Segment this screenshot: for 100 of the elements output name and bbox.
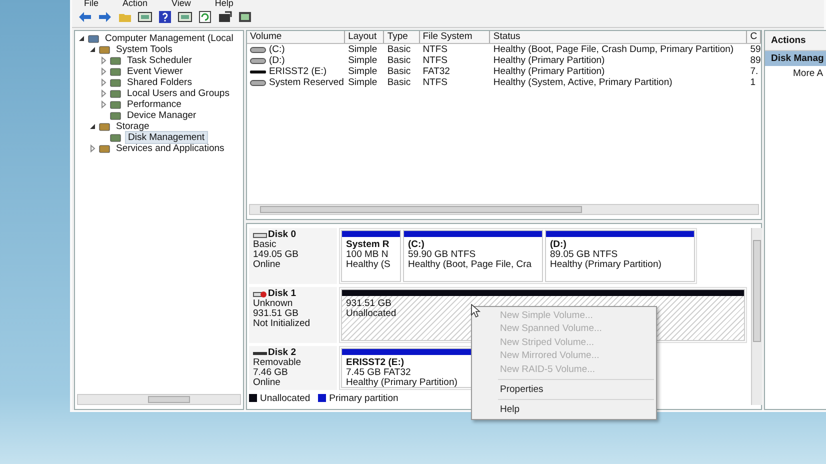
column-header[interactable]: Layout [345,31,384,43]
column-header[interactable]: File System [420,31,490,43]
horizontal-scrollbar[interactable] [77,394,241,405]
disk-info-text: 931.51 GB [253,309,300,319]
tree-node-icon [110,110,121,120]
partition-block[interactable]: System R 100 MB N Healthy (S [341,230,401,282]
partition-text: 931.51 GB [346,299,392,309]
expand-arrow-icon[interactable] [88,144,97,153]
legend-swatch [249,394,257,402]
vertical-scrollbar[interactable] [751,228,762,405]
table-cell: Healthy (System, Active, Primary Partition) [493,77,672,88]
partition-block[interactable]: ERISST2 (E:) 7.45 GB FAT32 Healthy (Primary Partition) [341,348,473,388]
tree-item[interactable]: Event Viewer [125,66,185,77]
partition-text: Healthy (S [346,260,390,270]
tree-item[interactable]: Disk Management [125,131,208,144]
drive-icon [250,46,266,52]
horizontal-scrollbar[interactable] [249,204,759,215]
tree-item[interactable]: System Tools [114,44,174,55]
partition-text: Healthy (Boot, Page File, Cra [408,260,532,270]
partition-text: Healthy (Primary Partition) [346,378,458,387]
disk-info-text: Unknown [253,299,294,309]
table-cell: NTFS [422,55,448,66]
actions-title: Actions [765,31,826,51]
drive-icon [250,58,266,64]
tree-node-icon [99,144,110,154]
table-cell: (C:) [269,44,285,55]
table-cell: Basic [387,55,411,66]
tree-item[interactable]: Task Scheduler [125,55,194,66]
partition-text: 89.05 GB NTFS [550,250,618,260]
table-cell: System Reserved [269,77,344,88]
table-cell: Healthy (Primary Partition) [493,66,605,77]
column-header[interactable]: Type [384,31,420,43]
partition-title: (D:) [550,240,566,250]
table-cell: FAT32 [422,66,450,77]
tree-node-icon [99,122,110,132]
tree-node-icon [88,34,99,44]
expand-arrow-icon[interactable] [99,78,108,87]
partition-text: 100 MB N [346,250,388,260]
tree-item[interactable]: Local Users and Groups [125,88,232,99]
disk-info-text: 149.05 GB [253,250,300,260]
partition-block[interactable]: (D:) 89.05 GB NTFS Healthy (Primary Partition) [545,230,695,282]
table-cell: 89 [750,55,761,66]
panel-icon[interactable] [178,11,192,23]
expand-arrow-icon[interactable] [99,100,108,109]
disk-warning-icon [253,290,267,298]
expand-arrow-icon[interactable] [99,67,108,76]
partition-text: Unallocated [346,309,396,319]
collapse-arrow-icon[interactable] [77,34,86,43]
forward-arrow-icon[interactable] [98,11,112,23]
partition-title: ERISST2 (E:) [346,358,404,368]
column-header[interactable]: Status [490,31,748,43]
table-cell: Basic [387,77,411,88]
tree-item[interactable]: Services and Applications [114,143,226,154]
tree-item[interactable]: Device Manager [125,110,198,121]
partition-text: Healthy (Primary Partition) [550,260,662,270]
drive-icon [250,80,266,86]
table-cell: NTFS [422,44,448,55]
table-cell: Simple [348,66,378,77]
legend-label: Unallocated [260,392,310,404]
table-cell: 59 [750,44,761,55]
disk-info-text: Online [253,378,282,388]
back-arrow-icon[interactable] [78,11,92,23]
task-link[interactable]: Disk Manag [765,51,826,66]
table-cell: 1 [750,77,756,88]
tree-item[interactable]: Performance [125,99,184,110]
tree-node-icon [110,56,121,66]
collapse-arrow-icon[interactable] [88,122,97,131]
table-cell: Simple [348,55,378,66]
tree-item[interactable]: Shared Folders [125,77,194,88]
column-header[interactable]: Volume [247,31,346,43]
disk-info-text: Online [253,260,282,270]
disk-info-text: Not Initialized [253,319,312,329]
partition-block[interactable]: (C:) 59.90 GB NTFS Healthy (Boot, Page File, Cra [403,230,543,282]
table-cell: Simple [348,77,378,88]
disk-info-text: Removable [253,358,302,368]
tree-node-icon [110,88,121,98]
table-cell: (D:) [269,55,285,66]
menu-item[interactable]: Help [472,403,656,417]
panel-icon[interactable] [138,11,152,23]
legend-label: Primary partition [329,392,398,404]
partition-text: 7.45 GB FAT32 [346,368,411,378]
table-cell: Simple [348,44,378,55]
partition-title: System R [346,240,390,250]
task-link[interactable]: More A [765,66,826,81]
drive-icon [250,68,266,74]
collapse-arrow-icon[interactable] [88,45,97,54]
partition-title: (C:) [408,240,424,250]
column-header[interactable]: C [747,31,761,43]
table-cell: NTFS [422,77,448,88]
menu-item[interactable]: Properties [472,383,656,396]
tree-node-icon [110,132,121,142]
tree-node-icon [110,100,121,110]
expand-arrow-icon[interactable] [99,89,108,98]
disk-info-text: 7.46 GB [253,368,289,378]
tree-item[interactable]: Computer Management (Local [103,33,236,44]
tree-node-icon [99,44,110,54]
refresh-icon[interactable] [198,11,212,23]
tree-item[interactable]: Storage [114,121,152,132]
help-icon[interactable] [158,11,172,23]
disk-info-text: Basic [253,240,278,250]
